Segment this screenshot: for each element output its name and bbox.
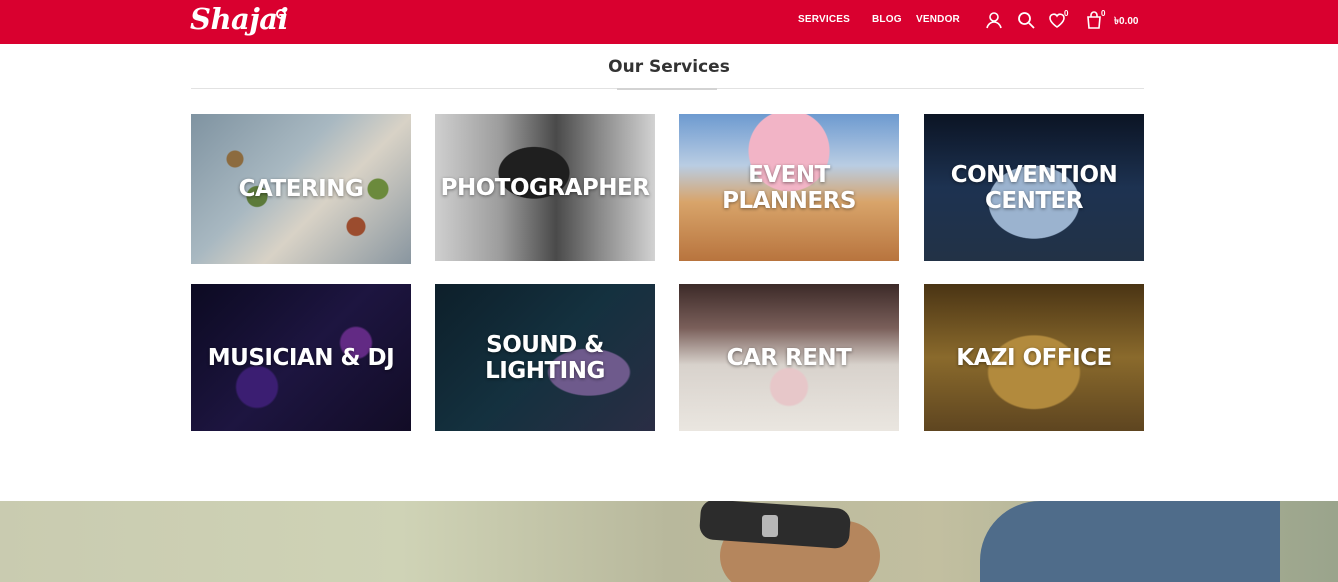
- service-card-label: KAZI OFFICE: [956, 344, 1112, 371]
- service-card-label: MUSICIAN & DJ: [207, 344, 395, 371]
- top-navigation-bar: Shajai SERVICES BLOG VENDOR 0 0 ৳0.00: [0, 0, 1338, 44]
- logo-heart-icon: [276, 9, 286, 19]
- service-card-kazi-office[interactable]: KAZI OFFICE: [924, 284, 1144, 431]
- service-card-event-planners[interactable]: EVENT PLANNERS: [679, 114, 899, 261]
- site-logo[interactable]: Shajai: [190, 0, 289, 40]
- service-card-label: EVENT PLANNERS: [722, 161, 856, 214]
- service-card-sound-lighting[interactable]: SOUND & LIGHTING: [435, 284, 655, 431]
- hero-banner-image: [0, 501, 1338, 582]
- service-card-catering[interactable]: CATERING: [191, 114, 411, 264]
- nav-vendor[interactable]: VENDOR: [916, 14, 960, 25]
- service-card-photographer[interactable]: PHOTOGRAPHER: [435, 114, 655, 261]
- hero-watch-buckle: [762, 515, 778, 537]
- service-card-label: CONVENTION CENTER: [950, 161, 1118, 214]
- cart-total[interactable]: ৳0.00: [1114, 14, 1138, 31]
- title-underline: [617, 88, 717, 90]
- service-card-convention-center[interactable]: CONVENTION CENTER: [924, 114, 1144, 261]
- hero-shirt-shape: [980, 501, 1280, 582]
- nav-blog[interactable]: BLOG: [872, 14, 902, 25]
- service-card-label: SOUND & LIGHTING: [485, 331, 605, 384]
- section-title: Our Services: [608, 57, 730, 77]
- service-card-musician-dj[interactable]: MUSICIAN & DJ: [191, 284, 411, 431]
- nav-services[interactable]: SERVICES: [798, 14, 850, 25]
- service-card-car-rent[interactable]: CAR RENT: [679, 284, 899, 431]
- cart-count: 0: [1101, 9, 1106, 18]
- search-icon[interactable]: [1017, 11, 1035, 29]
- service-card-label: CATERING: [238, 176, 364, 202]
- service-card-label: CAR RENT: [726, 344, 852, 371]
- service-card-label: PHOTOGRAPHER: [440, 174, 650, 201]
- user-icon[interactable]: [985, 11, 1003, 29]
- wishlist-count: 0: [1064, 9, 1069, 18]
